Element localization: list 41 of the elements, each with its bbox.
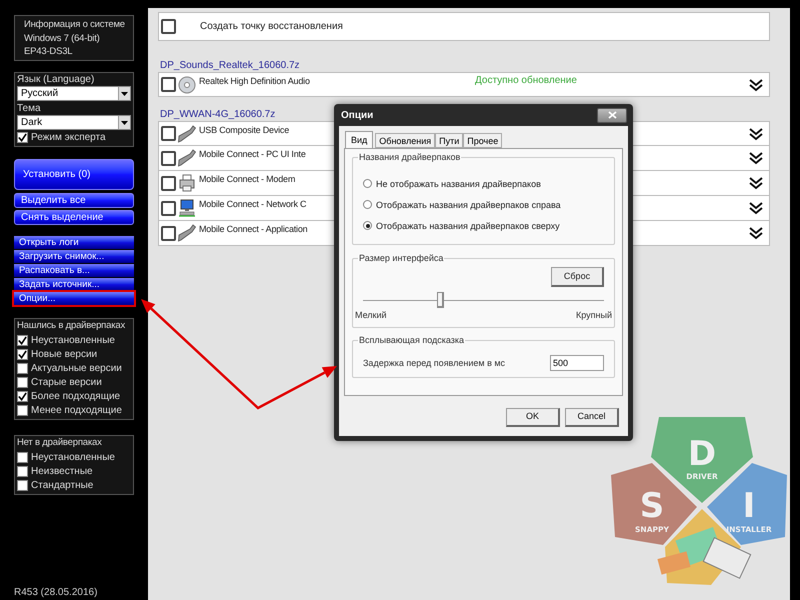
field-label: Тема <box>17 102 42 115</box>
version-text: R453 (28.05.2016) <box>14 587 98 599</box>
driver-name: Mobile Connect - Application <box>199 223 308 235</box>
slider-max-label: Крупный <box>576 309 612 321</box>
driver-name: USB Composite Device <box>199 124 290 136</box>
group-title: Размер интерфейса <box>358 252 444 264</box>
field-label: Задержка перед появлением в мс <box>363 357 506 369</box>
driverpack-name: DP_WWAN-4G_16060.7z <box>160 109 276 121</box>
group-title: Всплывающая подсказка <box>358 334 466 346</box>
checkbox-label: Новые версии <box>31 348 98 360</box>
filter-title: Нашлись в драйверпаках <box>17 319 126 333</box>
checkbox-label: Режим эксперта <box>31 131 106 144</box>
driver-name: Realtek High Definition Audio <box>199 75 310 87</box>
row-label: Создать точку восстановления <box>200 20 343 34</box>
checkbox-label: Стандартные <box>31 478 94 492</box>
checkbox-label: Старые версии <box>31 376 102 388</box>
system-info-text: EP43-DS3L <box>24 45 74 58</box>
radio-label: Отображать названия драйверпаков справа <box>376 198 561 210</box>
logo-letter: S <box>640 486 664 526</box>
filter-title: Нет в драйверпаках <box>17 436 103 450</box>
system-info-text: Windows 7 (64-bit) <box>24 32 101 44</box>
group-title: Названия драйверпаков <box>358 151 462 163</box>
checkbox-label: Неустановленные <box>31 450 115 464</box>
driver-name: Mobile Connect - PC UI Inte <box>199 148 306 160</box>
driver-status: Доступно обновление <box>475 75 577 87</box>
slider-min-label: Мелкий <box>355 309 387 321</box>
radio-label: Не отображать названия драйверпаков <box>376 178 541 190</box>
driver-name: Mobile Connect - Modem <box>199 173 296 185</box>
checkbox-label: Неустановленные <box>31 334 115 346</box>
logo-letter: D <box>688 434 716 474</box>
field-label: Язык (Language) <box>17 73 96 86</box>
dialog-title: Опции <box>340 108 374 122</box>
system-info-text: Информация о системе <box>24 18 124 31</box>
logo-letter: I <box>742 486 756 526</box>
checkbox-label: Более подходящие <box>31 390 120 402</box>
checkbox-label: Актуальные версии <box>31 362 122 374</box>
checkbox-label: Менее подходящие <box>31 404 122 416</box>
driver-name: Mobile Connect - Network C <box>199 198 306 210</box>
radio-label: Отображать названия драйверпаков сверху <box>376 220 560 232</box>
driverpack-name: DP_Sounds_Realtek_16060.7z <box>160 60 300 72</box>
checkbox-label: Неизвестные <box>31 464 93 478</box>
